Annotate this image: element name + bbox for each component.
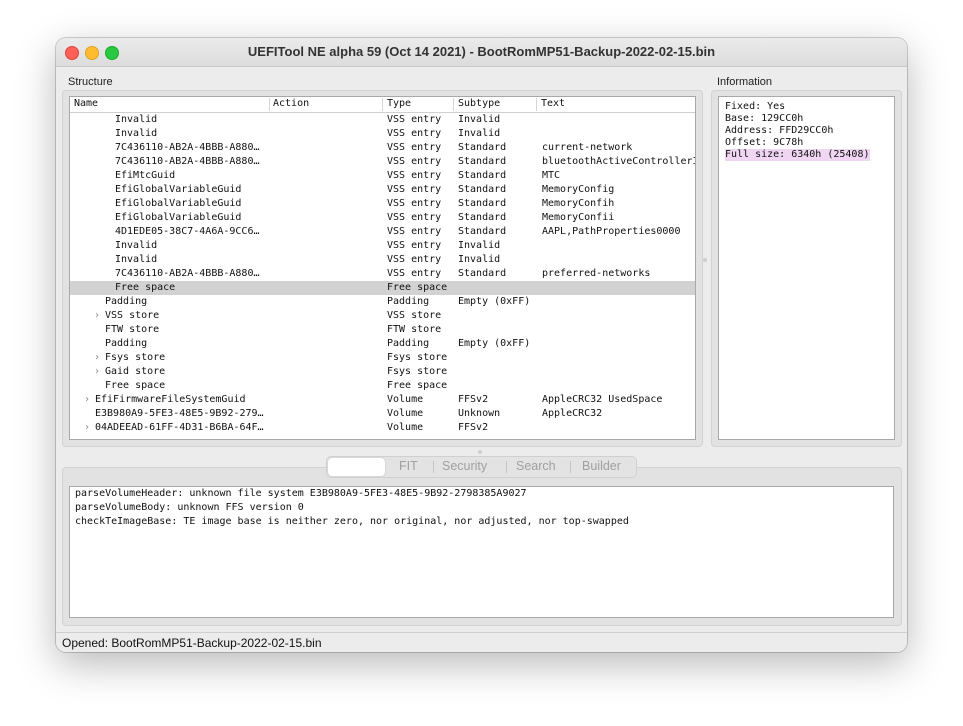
tree-header: Name Action Type Subtype Text — [70, 97, 695, 113]
tab-fit[interactable]: FIT — [399, 459, 418, 473]
tree-row[interactable]: E3B980A9-5FE3-48E5-9B92-279… Volume Unkn… — [70, 407, 695, 421]
status-bar: Opened: BootRomMP51-Backup-2022-02-15.bi… — [56, 632, 907, 652]
info-full-size: Full size: 6340h (25408) — [725, 149, 870, 161]
message-item[interactable]: checkTeImageBase: TE image base is neith… — [75, 515, 629, 529]
tree-row[interactable]: FTW store FTW store — [70, 323, 695, 337]
col-divider[interactable] — [536, 98, 537, 111]
tab-search[interactable]: Search — [516, 459, 556, 473]
app-window: UEFITool NE alpha 59 (Oct 14 2021) - Boo… — [56, 38, 907, 652]
tree-row[interactable]: Invalid VSS entry Invalid — [70, 253, 695, 267]
structure-label: Structure — [68, 76, 113, 88]
vertical-splitter-handle[interactable] — [703, 258, 707, 262]
tree-row[interactable]: 7C436110-AB2A-4BBB-A880… VSS entry Stand… — [70, 155, 695, 169]
tree-row[interactable]: 7C436110-AB2A-4BBB-A880… VSS entry Stand… — [70, 267, 695, 281]
chevron-right-icon[interactable]: › — [84, 421, 90, 435]
tab-divider — [433, 461, 434, 473]
message-item[interactable]: parseVolumeHeader: unknown file system E… — [75, 487, 527, 501]
tab-divider — [570, 461, 571, 473]
tree-row[interactable]: EfiGlobalVariableGuid VSS entry Standard… — [70, 197, 695, 211]
info-fixed: Fixed: Yes — [725, 101, 786, 112]
tree-row[interactable]: EfiMtcGuid VSS entry Standard MTC — [70, 169, 695, 183]
tree-row[interactable]: › Gaid store Fsys store — [70, 365, 695, 379]
information-label: Information — [717, 76, 773, 88]
tree-row[interactable]: 4D1EDE05-38C7-4A6A-9CC6… VSS entry Stand… — [70, 225, 695, 239]
col-header-type[interactable]: Type — [387, 98, 411, 109]
tree-row[interactable]: › VSS store VSS store — [70, 309, 695, 323]
col-divider[interactable] — [382, 98, 383, 111]
col-header-action[interactable]: Action — [273, 98, 309, 109]
message-item[interactable]: parseVolumeBody: unknown FFS version 0 — [75, 501, 304, 515]
tab-divider — [506, 461, 507, 473]
tree-row[interactable]: Invalid VSS entry Invalid — [70, 113, 695, 127]
tree-row-selected[interactable]: Free space Free space — [70, 281, 695, 295]
col-divider[interactable] — [269, 98, 270, 111]
info-offset: Offset: 9C78h — [725, 137, 804, 148]
info-address: Address: FFD29CC0h — [725, 125, 834, 136]
tree-row[interactable]: › 04ADEEAD-61FF-4D31-B6BA-64F… Volume FF… — [70, 421, 695, 435]
col-header-text[interactable]: Text — [541, 98, 565, 109]
status-text: Opened: BootRomMP51-Backup-2022-02-15.bi… — [62, 636, 322, 650]
tab-bar: FIT Security Search Builder — [326, 456, 637, 478]
col-header-name[interactable]: Name — [74, 98, 98, 109]
tree-row[interactable]: EfiGlobalVariableGuid VSS entry Standard… — [70, 211, 695, 225]
chevron-right-icon[interactable]: › — [94, 365, 100, 379]
chevron-right-icon[interactable]: › — [94, 351, 100, 365]
tree-row[interactable]: Invalid VSS entry Invalid — [70, 127, 695, 141]
chevron-right-icon[interactable]: › — [84, 393, 90, 407]
tree-row[interactable]: Invalid VSS entry Invalid — [70, 239, 695, 253]
tab-builder[interactable]: Builder — [582, 459, 621, 473]
tab-security[interactable]: Security — [442, 459, 487, 473]
chevron-right-icon[interactable]: › — [94, 309, 100, 323]
tree-row[interactable]: Padding Padding Empty (0xFF) — [70, 337, 695, 351]
col-header-subtype[interactable]: Subtype — [458, 98, 500, 109]
horizontal-splitter-handle[interactable] — [478, 450, 482, 454]
col-divider[interactable] — [453, 98, 454, 111]
info-base: Base: 129CC0h — [725, 113, 804, 124]
tree-row[interactable]: › EfiFirmwareFileSystemGuid Volume FFSv2… — [70, 393, 695, 407]
title-bar: UEFITool NE alpha 59 (Oct 14 2021) - Boo… — [56, 38, 907, 67]
window-title: UEFITool NE alpha 59 (Oct 14 2021) - Boo… — [247, 44, 716, 59]
tree-row[interactable]: 7C436110-AB2A-4BBB-A880… VSS entry Stand… — [70, 141, 695, 155]
tree-row[interactable]: › Fsys store Fsys store — [70, 351, 695, 365]
structure-tree[interactable]: Name Action Type Subtype Text Invalid VS… — [69, 96, 696, 440]
messages-list[interactable]: parseVolumeHeader: unknown file system E… — [69, 486, 894, 618]
tree-row[interactable]: Padding Padding Empty (0xFF) — [70, 295, 695, 309]
tab-parser[interactable] — [328, 458, 385, 476]
tree-row[interactable]: EfiGlobalVariableGuid VSS entry Standard… — [70, 183, 695, 197]
information-text: Fixed: Yes Base: 129CC0h Address: FFD29C… — [718, 96, 895, 440]
tree-row[interactable]: Free space Free space — [70, 379, 695, 393]
